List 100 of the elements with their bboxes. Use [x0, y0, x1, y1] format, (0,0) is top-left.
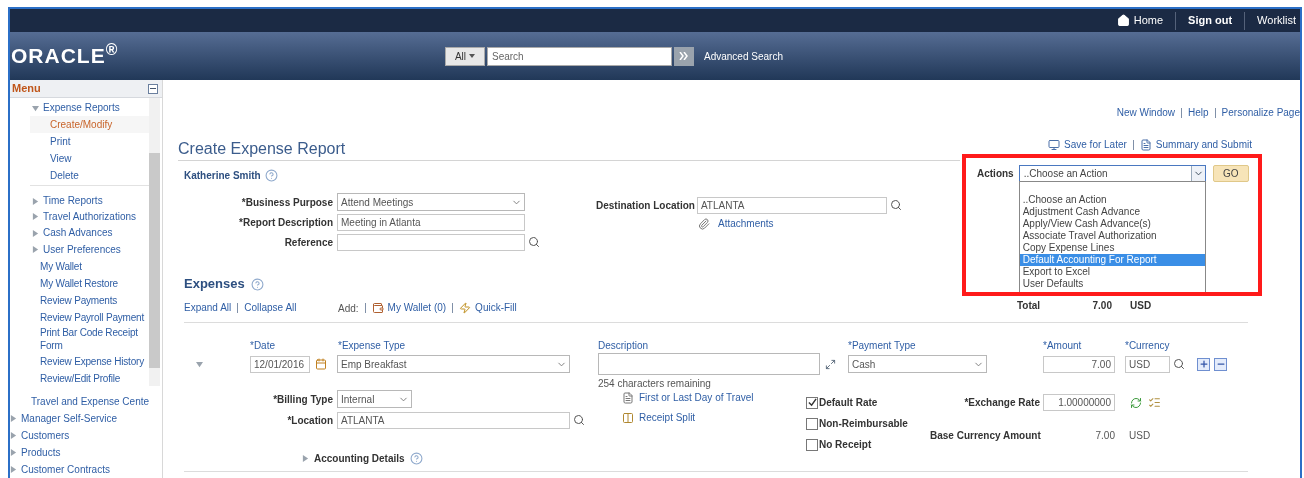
triangle-icon[interactable] — [302, 454, 309, 462]
link[interactable]: Customer Contracts — [21, 464, 110, 475]
dropdown-option[interactable]: Copy Expense Lines — [1019, 242, 1205, 254]
select-field[interactable]: Attend Meetings — [337, 193, 525, 211]
menu-item[interactable]: Delete — [50, 170, 79, 181]
search-icon[interactable] — [1173, 358, 1185, 370]
menu-item[interactable]: Review Payments — [40, 293, 149, 307]
column-label: *Date — [250, 338, 276, 353]
link[interactable]: Time Reports — [43, 196, 103, 206]
delete-row-icon[interactable] — [1214, 357, 1227, 371]
menu-item[interactable]: My Wallet — [40, 259, 149, 273]
link[interactable]: Receipt Split — [639, 413, 696, 423]
triangle-icon[interactable] — [32, 104, 39, 112]
link[interactable]: Summary and Submit — [1155, 140, 1252, 150]
lightning-icon[interactable] — [459, 302, 472, 314]
select-field[interactable]: Emp Breakfast — [337, 355, 570, 373]
link[interactable]: User Preferences — [43, 244, 121, 255]
dropdown-option[interactable]: User Defaults — [1019, 278, 1205, 290]
triangle-icon[interactable] — [10, 449, 17, 456]
link[interactable]: Collapse All — [244, 303, 297, 313]
scrollbar-thumb[interactable] — [149, 153, 160, 368]
link[interactable]: Attachments — [718, 219, 774, 229]
add-row-icon[interactable] — [1197, 357, 1210, 371]
search-scope[interactable]: All — [445, 46, 485, 66]
checkbox[interactable] — [806, 396, 818, 409]
help-icon[interactable] — [250, 277, 264, 291]
link[interactable]: Manager Self-Service — [21, 413, 118, 424]
link[interactable]: Customers — [21, 430, 70, 441]
link[interactable]: First or Last Day of Travel — [639, 393, 754, 403]
link[interactable]: Help — [1188, 108, 1209, 118]
select-field[interactable]: Internal — [337, 390, 412, 408]
link[interactable]: Expand All — [184, 303, 232, 313]
collapse-icon[interactable] — [148, 83, 158, 94]
exchange-rate-field[interactable]: 1.00000000 — [1043, 394, 1115, 411]
destination-field[interactable]: ATLANTA — [696, 196, 887, 214]
collapse-triangle-icon[interactable] — [196, 360, 203, 368]
triangle-icon[interactable] — [32, 229, 39, 237]
menu-item[interactable]: Print — [50, 136, 71, 147]
paperclip-icon[interactable] — [698, 218, 710, 230]
link[interactable]: Cash Advances — [43, 228, 113, 239]
dropdown-option[interactable]: Adjustment Cash Advance — [1019, 206, 1205, 218]
go-button[interactable]: GO — [1212, 165, 1249, 182]
help-icon[interactable] — [264, 168, 278, 182]
link[interactable]: Expense Reports — [43, 103, 120, 114]
triangle-icon[interactable] — [10, 415, 17, 422]
dropdown-option[interactable]: ..Choose an Action — [1019, 194, 1205, 206]
link[interactable]: Personalize Page — [1221, 108, 1300, 118]
dropdown-option[interactable]: Associate Travel Authorization — [1019, 230, 1205, 242]
description-field[interactable] — [598, 353, 820, 375]
expand-icon[interactable] — [825, 358, 836, 370]
link[interactable]: My Wallet (0) — [387, 303, 447, 313]
section-title: Expenses — [184, 275, 245, 294]
document-icon[interactable] — [1139, 139, 1152, 151]
top-link[interactable]: Home — [1116, 12, 1164, 29]
link[interactable]: Quick-Fill — [475, 303, 517, 313]
menu-item[interactable]: Review Payroll Payment — [40, 310, 149, 324]
monitor-icon[interactable] — [1048, 139, 1061, 151]
checkbox[interactable] — [806, 438, 818, 451]
link[interactable]: Travel Authorizations — [43, 211, 136, 222]
checkbox[interactable] — [806, 417, 818, 430]
date-field[interactable]: 12/01/2016 — [250, 355, 310, 373]
help-icon[interactable] — [409, 451, 423, 465]
wallet-icon[interactable] — [371, 302, 384, 314]
currency-field[interactable]: USD — [1125, 355, 1170, 373]
triangle-icon[interactable] — [10, 466, 17, 473]
refresh-icon[interactable] — [1130, 396, 1142, 409]
menu-item[interactable]: Review/Edit Profile — [40, 371, 149, 385]
menu-item[interactable]: Review Expense History — [40, 354, 149, 368]
link[interactable]: Products — [21, 447, 61, 458]
description-field[interactable]: Meeting in Atlanta — [337, 213, 525, 231]
search-field[interactable]: Search — [487, 46, 672, 66]
calendar-icon[interactable] — [315, 358, 327, 370]
field-label: No Receipt — [819, 438, 872, 452]
scrollbar[interactable] — [149, 98, 160, 386]
menu-item[interactable]: My Wallet Restore — [40, 276, 149, 290]
top-link[interactable]: Sign out — [1188, 12, 1233, 29]
link[interactable]: New Window — [1116, 108, 1176, 118]
search-icon[interactable] — [528, 236, 540, 248]
search-icon[interactable] — [573, 414, 585, 426]
triangle-icon[interactable] — [10, 432, 17, 439]
amount-field[interactable]: 7.00 — [1043, 355, 1115, 373]
dropdown-arrow-icon[interactable] — [469, 54, 476, 58]
triangle-icon[interactable] — [32, 197, 39, 205]
triangle-icon[interactable] — [32, 213, 39, 221]
menu-item[interactable]: View — [50, 153, 72, 164]
triangle-icon[interactable] — [32, 246, 39, 253]
location-field[interactable]: ATLANTA — [337, 411, 570, 429]
menu-item[interactable]: Print Bar Code Receipt Form — [40, 326, 149, 353]
dropdown-option[interactable]: Apply/View Cash Advance(s) — [1019, 218, 1205, 230]
reference-field[interactable] — [337, 233, 525, 251]
link[interactable]: Save for Later — [1064, 140, 1127, 150]
document-icon[interactable] — [622, 392, 634, 404]
split-icon[interactable] — [622, 412, 634, 424]
search-go-icon[interactable] — [674, 46, 694, 66]
select-field[interactable]: Cash — [848, 355, 987, 373]
search-icon[interactable] — [889, 199, 902, 211]
menu-item[interactable]: Travel and Expense Cente — [31, 396, 150, 407]
advanced-search-link[interactable]: Advanced Search — [704, 48, 783, 64]
top-link[interactable]: Worklist — [1257, 12, 1296, 29]
dropdown-option[interactable]: Export to Excel — [1019, 266, 1205, 278]
